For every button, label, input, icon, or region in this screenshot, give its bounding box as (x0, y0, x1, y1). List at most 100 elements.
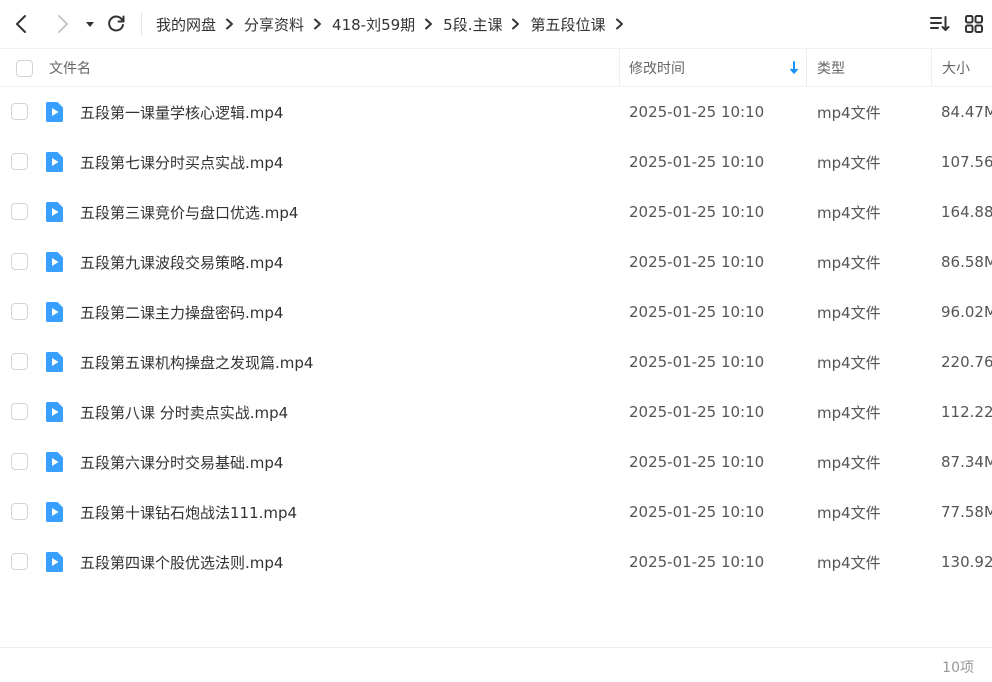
row-checkbox[interactable] (11, 353, 28, 370)
file-mtime: 2025-01-25 10:10 (629, 303, 765, 321)
video-file-icon (46, 552, 63, 572)
breadcrumb-item-my-drive[interactable]: 我的网盘 (156, 14, 216, 35)
file-name[interactable]: 五段第三课竞价与盘口优选.mp4 (80, 187, 298, 237)
file-row[interactable]: 五段第四课个股优选法则.mp4 2025-01-25 10:10 mp4文件 1… (0, 537, 992, 587)
file-size: 87.34M (941, 453, 992, 471)
video-file-icon (46, 352, 63, 372)
column-header-size[interactable]: 大小 (942, 49, 970, 87)
file-row[interactable]: 五段第二课主力操盘密码.mp4 2025-01-25 10:10 mp4文件 9… (0, 287, 992, 337)
file-name[interactable]: 五段第八课 分时卖点实战.mp4 (80, 387, 288, 437)
file-name[interactable]: 五段第五课机构操盘之发现篇.mp4 (80, 337, 313, 387)
column-header-name[interactable]: 文件名 (49, 49, 91, 87)
chevron-right-icon (502, 12, 530, 36)
caret-down-icon (86, 22, 94, 27)
file-manager-window: 我的网盘 分享资料 418-刘59期 5段.主课 第五段位课 文件名 修改时间 … (0, 0, 992, 682)
video-file-icon (46, 152, 63, 172)
column-divider[interactable] (806, 49, 807, 87)
file-type: mp4文件 (817, 403, 881, 422)
chevron-right-icon (58, 15, 68, 33)
file-row[interactable]: 五段第三课竞价与盘口优选.mp4 2025-01-25 10:10 mp4文件 … (0, 187, 992, 237)
file-mtime: 2025-01-25 10:10 (629, 253, 765, 271)
file-mtime: 2025-01-25 10:10 (629, 153, 765, 171)
video-file-icon (46, 302, 63, 322)
file-size: 84.47M (941, 103, 992, 121)
row-checkbox[interactable] (11, 403, 28, 420)
video-file-icon (46, 502, 63, 522)
file-type: mp4文件 (817, 553, 881, 572)
column-divider[interactable] (619, 49, 620, 87)
video-file-icon (46, 202, 63, 222)
file-name[interactable]: 五段第四课个股优选法则.mp4 (80, 537, 283, 587)
row-checkbox[interactable] (11, 303, 28, 320)
file-mtime: 2025-01-25 10:10 (629, 503, 765, 521)
history-dropdown-button[interactable] (78, 12, 102, 36)
grid-view-icon (965, 15, 983, 33)
file-row[interactable]: 五段第五课机构操盘之发现篇.mp4 2025-01-25 10:10 mp4文件… (0, 337, 992, 387)
column-divider[interactable] (931, 49, 932, 87)
forward-button[interactable] (50, 12, 74, 36)
file-name[interactable]: 五段第九课波段交易策略.mp4 (80, 237, 283, 287)
video-file-icon (46, 102, 63, 122)
file-type: mp4文件 (817, 503, 881, 522)
file-name[interactable]: 五段第十课钻石炮战法111.mp4 (80, 487, 297, 537)
chevron-right-icon (216, 12, 244, 36)
file-size: 220.76M (941, 353, 992, 371)
row-checkbox[interactable] (11, 253, 28, 270)
file-name[interactable]: 五段第二课主力操盘密码.mp4 (80, 287, 283, 337)
sort-list-icon (930, 16, 950, 31)
refresh-button[interactable] (104, 12, 128, 36)
video-file-icon (46, 252, 63, 272)
row-checkbox[interactable] (11, 453, 28, 470)
file-mtime: 2025-01-25 10:10 (629, 553, 765, 571)
row-checkbox[interactable] (11, 503, 28, 520)
file-type: mp4文件 (817, 203, 881, 222)
file-mtime: 2025-01-25 10:10 (629, 403, 765, 421)
file-mtime: 2025-01-25 10:10 (629, 453, 765, 471)
file-size: 77.58M (941, 503, 992, 521)
breadcrumb-item-418[interactable]: 418-刘59期 (332, 14, 415, 35)
file-name[interactable]: 五段第一课量学核心逻辑.mp4 (80, 87, 283, 137)
toolbar-divider (141, 12, 142, 36)
grid-view-button[interactable] (962, 12, 986, 36)
breadcrumb-item-main-course[interactable]: 5段.主课 (443, 14, 502, 35)
file-row[interactable]: 五段第十课钻石炮战法111.mp4 2025-01-25 10:10 mp4文件… (0, 487, 992, 537)
file-name[interactable]: 五段第七课分时买点实战.mp4 (80, 137, 283, 187)
breadcrumb: 我的网盘 分享资料 418-刘59期 5段.主课 第五段位课 (156, 0, 634, 48)
file-row[interactable]: 五段第八课 分时卖点实战.mp4 2025-01-25 10:10 mp4文件 … (0, 387, 992, 437)
video-file-icon (46, 402, 63, 422)
row-checkbox[interactable] (11, 153, 28, 170)
sort-button[interactable] (928, 12, 952, 36)
breadcrumb-item-shared[interactable]: 分享资料 (244, 14, 304, 35)
select-all-cell (16, 49, 33, 87)
column-header-mtime[interactable]: 修改时间 (629, 49, 685, 87)
file-name[interactable]: 五段第六课分时交易基础.mp4 (80, 437, 283, 487)
row-checkbox[interactable] (11, 103, 28, 120)
file-mtime: 2025-01-25 10:10 (629, 103, 765, 121)
sort-descending-icon[interactable] (788, 61, 800, 75)
file-size: 164.88M (941, 203, 992, 221)
chevron-right-icon[interactable] (606, 12, 634, 36)
file-type: mp4文件 (817, 253, 881, 272)
file-type: mp4文件 (817, 353, 881, 372)
chevron-right-icon (415, 12, 443, 36)
row-checkbox[interactable] (11, 203, 28, 220)
file-type: mp4文件 (817, 303, 881, 322)
file-row[interactable]: 五段第七课分时买点实战.mp4 2025-01-25 10:10 mp4文件 1… (0, 137, 992, 187)
video-file-icon (46, 452, 63, 472)
file-row[interactable]: 五段第九课波段交易策略.mp4 2025-01-25 10:10 mp4文件 8… (0, 237, 992, 287)
row-checkbox[interactable] (11, 553, 28, 570)
file-row[interactable]: 五段第六课分时交易基础.mp4 2025-01-25 10:10 mp4文件 8… (0, 437, 992, 487)
select-all-checkbox[interactable] (16, 59, 33, 77)
breadcrumb-item-current[interactable]: 第五段位课 (530, 14, 605, 35)
list-header: 文件名 修改时间 类型 大小 (0, 48, 992, 87)
file-row[interactable]: 五段第一课量学核心逻辑.mp4 2025-01-25 10:10 mp4文件 8… (0, 87, 992, 137)
file-mtime: 2025-01-25 10:10 (629, 203, 765, 221)
file-type: mp4文件 (817, 103, 881, 122)
file-size: 107.56M (941, 153, 992, 171)
toolbar: 我的网盘 分享资料 418-刘59期 5段.主课 第五段位课 (0, 0, 992, 48)
column-header-type[interactable]: 类型 (817, 49, 845, 87)
status-bar: 10项 (0, 647, 992, 682)
file-type: mp4文件 (817, 153, 881, 172)
item-count: 10项 (942, 660, 974, 676)
back-button[interactable] (10, 12, 34, 36)
